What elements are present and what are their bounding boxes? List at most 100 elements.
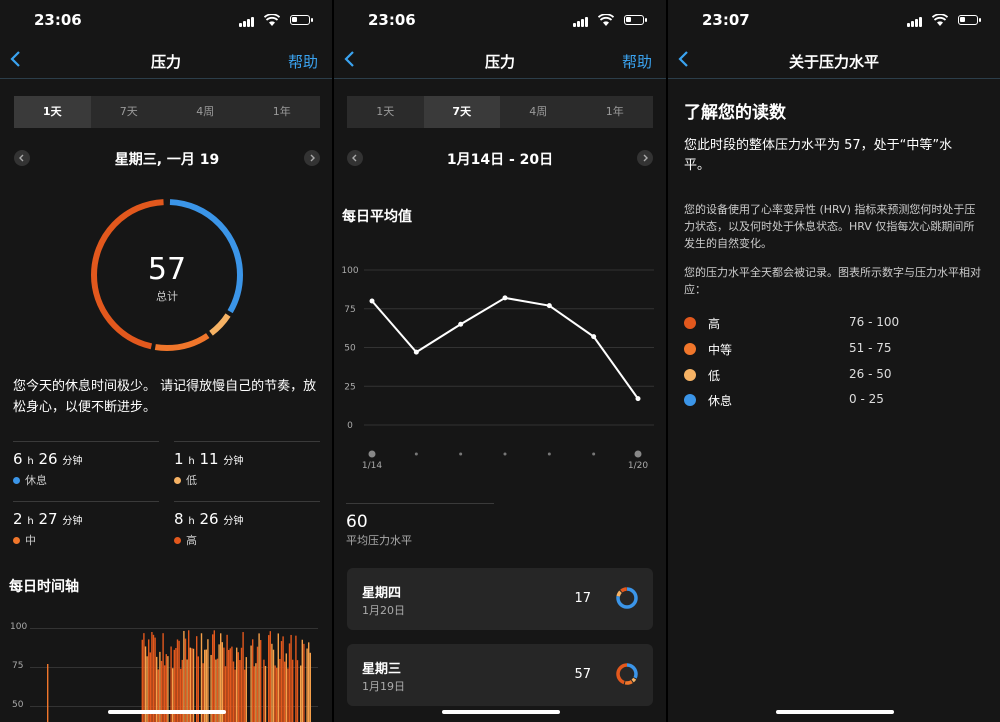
tab-4-weeks[interactable]: 4周 <box>500 96 577 128</box>
low-dot-icon <box>174 477 181 484</box>
timeline-y-tick: 50 <box>12 700 24 710</box>
medium-dot-icon <box>13 537 20 544</box>
status-time: 23:06 <box>34 11 82 29</box>
timeline-bar <box>301 639 303 722</box>
nav-bar: 压力 帮助 <box>334 42 666 79</box>
timeline-bar <box>285 653 287 722</box>
day-name: 星期四 <box>362 586 402 601</box>
timeline-bar <box>152 634 155 722</box>
timeline-bar <box>284 661 286 722</box>
section-heading: 了解您的读数 <box>684 103 786 123</box>
timeline-bar <box>268 635 270 722</box>
y-tick-label: 100 <box>341 266 358 276</box>
nav-bar: 关于压力水平 <box>668 42 1000 79</box>
timeline-bar <box>271 643 273 722</box>
day-card[interactable]: 星期四 1月20日 17 <box>347 568 653 630</box>
home-indicator[interactable] <box>442 710 560 714</box>
stat-hours: 1 <box>174 450 184 468</box>
timeline-bar <box>162 633 164 722</box>
tab-1-year[interactable]: 1年 <box>244 96 321 128</box>
timeline-bar <box>232 661 235 722</box>
battery-icon <box>624 15 647 25</box>
next-date-button[interactable] <box>304 150 320 166</box>
legend-row-low: 低 26 - 50 <box>684 366 984 386</box>
tab-7-days[interactable]: 7天 <box>91 96 168 128</box>
help-link[interactable]: 帮助 <box>288 51 318 72</box>
stat-medium: 2 h 27 分钟 中 <box>13 501 159 554</box>
data-point <box>502 295 508 301</box>
day-date: 1月19日 <box>362 680 405 693</box>
wifi-icon <box>932 14 948 26</box>
low-dot-icon <box>684 369 696 381</box>
timeline-bar <box>300 665 302 722</box>
timeline-bar <box>256 646 259 722</box>
signal-icon <box>573 17 590 27</box>
status-time: 23:07 <box>702 11 750 29</box>
stat-hours: 8 <box>174 510 184 528</box>
x-tick-dot <box>368 450 376 458</box>
timeline-bar <box>258 633 260 722</box>
x-tick-dot <box>414 452 418 456</box>
levels-explanation: 您的压力水平全天都会被记录。图表所示数字与压力水平相对应： <box>684 266 981 296</box>
stat-label: 休息 <box>25 474 47 487</box>
chevron-right-icon <box>310 154 315 162</box>
timeline-bar <box>264 666 267 722</box>
data-point <box>369 298 375 304</box>
timeline-bar <box>292 659 294 722</box>
x-tick-label: 1/20 <box>628 461 648 471</box>
stat-low: 1 h 11 分钟 低 <box>174 441 320 494</box>
timeline-bar <box>252 639 254 722</box>
chevron-right-icon <box>643 154 648 162</box>
x-tick-label: 1/14 <box>362 461 382 471</box>
timeline-bar <box>295 635 297 722</box>
average-stress-label: 平均压力水平 <box>346 534 412 547</box>
rest-dot-icon <box>684 394 696 406</box>
data-point <box>635 396 641 402</box>
stat-hours-unit: h <box>188 516 195 527</box>
stat-high: 8 h 26 分钟 高 <box>174 501 320 554</box>
tab-1-year[interactable]: 1年 <box>577 96 654 128</box>
tab-7-days[interactable]: 7天 <box>423 96 500 128</box>
legend-name: 低 <box>708 369 721 383</box>
battery-icon <box>290 15 313 25</box>
page-title: 关于压力水平 <box>788 53 879 71</box>
timeline-bar <box>303 643 305 722</box>
timeline-bar <box>272 649 275 722</box>
home-indicator[interactable] <box>108 710 226 714</box>
timeline-bar <box>242 632 244 722</box>
daily-average-chart: 100 75 50 25 0 1/14 1/20 <box>341 266 654 471</box>
stress-week-screen: 23:06 压力 帮助 1天 7天 4周 1年 1月14日 - 20日 每日平均… <box>334 0 666 722</box>
tab-1-day[interactable]: 1天 <box>347 96 424 128</box>
stat-minutes-unit: 分钟 <box>223 516 244 527</box>
data-point <box>413 349 419 355</box>
day-card[interactable]: 星期三 1月19日 57 <box>347 644 653 706</box>
divider <box>346 503 494 504</box>
stat-rest: 6 h 26 分钟 休息 <box>13 441 159 494</box>
y-tick-label: 50 <box>344 344 356 354</box>
timeline-bar <box>269 631 271 722</box>
home-indicator[interactable] <box>776 710 894 714</box>
timeline-bar <box>188 630 190 722</box>
x-tick-dot <box>459 452 463 456</box>
tab-1-day[interactable]: 1天 <box>14 96 91 128</box>
stat-hours-unit: h <box>188 456 195 467</box>
timeline-bar <box>287 668 289 722</box>
timeline-bar <box>180 668 182 722</box>
tab-4-weeks[interactable]: 4周 <box>167 96 244 128</box>
x-tick-dot <box>592 452 596 456</box>
timeline-bar <box>277 633 279 722</box>
timeline-bar <box>276 667 278 722</box>
timeline-bar <box>280 641 283 722</box>
stat-minutes: 26 <box>38 450 58 468</box>
signal-icon <box>907 17 924 27</box>
timeline-bar <box>282 636 284 722</box>
help-link[interactable]: 帮助 <box>622 51 652 72</box>
date-navigator: 星期三, 一月 19 <box>14 146 320 170</box>
timeline-bar <box>226 634 228 722</box>
status-time: 23:06 <box>368 11 416 29</box>
timeline-bar <box>220 633 222 722</box>
legend-range: 0 - 25 <box>849 392 884 406</box>
next-date-button[interactable] <box>637 150 653 166</box>
nav-bar: 压力 帮助 <box>0 42 332 79</box>
rest-dot-icon <box>13 477 20 484</box>
